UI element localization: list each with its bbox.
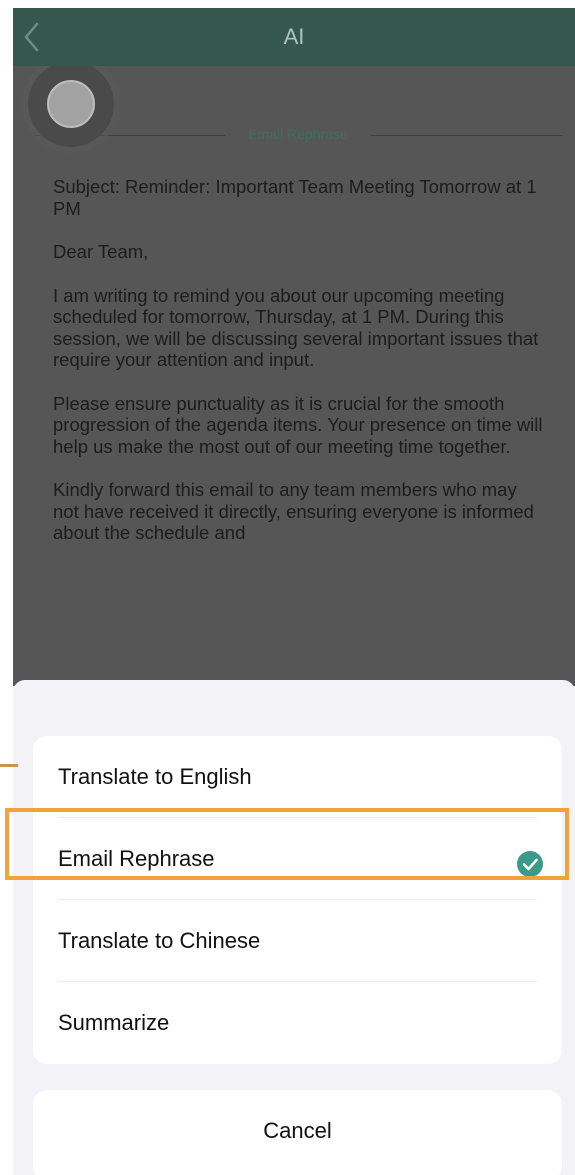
option-list: Translate to English Email Rephrase Tran… (33, 736, 562, 1064)
option-label: Translate to English (58, 764, 252, 789)
option-translate-chinese[interactable]: Translate to Chinese (33, 900, 562, 982)
option-summarize[interactable]: Summarize (33, 982, 562, 1064)
email-paragraph: I am writing to remind you about our upc… (53, 284, 539, 371)
page-title: AI (283, 24, 305, 49)
app-screen: AI Email Rephrase Subject: Reminder: Imp… (13, 8, 575, 1175)
option-label: Summarize (58, 1010, 170, 1035)
nav-bar: AI (13, 8, 575, 66)
option-translate-english[interactable]: Translate to English (33, 736, 562, 818)
email-paragraph: Please ensure punctuality as it is cruci… (53, 392, 543, 457)
record-circle-icon (47, 80, 95, 128)
cancel-button[interactable]: Cancel (33, 1090, 562, 1175)
email-subject: Subject: Reminder: Important Team Meetin… (53, 176, 537, 219)
cancel-label: Cancel (263, 1118, 332, 1143)
chevron-left-icon[interactable] (21, 20, 43, 54)
section-label: Email Rephrase (248, 126, 348, 142)
divider-line (371, 135, 563, 136)
action-sheet: Translate to English Email Rephrase Tran… (13, 680, 575, 1175)
annotation-pointer (0, 764, 18, 767)
highlight-box (5, 808, 569, 880)
email-paragraph: Kindly forward this email to any team me… (53, 479, 534, 543)
email-body: Subject: Reminder: Important Team Meetin… (53, 176, 543, 566)
email-greeting: Dear Team, (53, 241, 149, 262)
option-label: Translate to Chinese (58, 928, 261, 953)
ai-result-panel: Email Rephrase Subject: Reminder: Import… (13, 66, 575, 686)
